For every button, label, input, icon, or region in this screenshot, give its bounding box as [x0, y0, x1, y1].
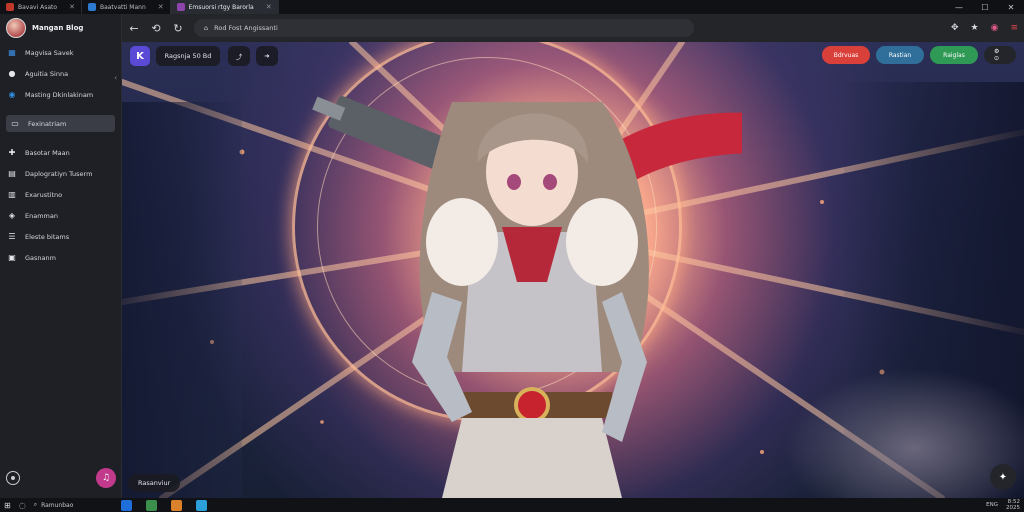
- sidebar-item-label: Aguitia Sinna: [25, 69, 69, 78]
- widgets-icon[interactable]: ◌: [19, 501, 26, 510]
- sidebar-item-3[interactable]: ▭ Fexinatriam: [6, 115, 115, 132]
- sidebar-item-2[interactable]: ◉ Masting Dkinlakinam: [0, 84, 121, 105]
- chip-red[interactable]: Bdrvuas: [822, 46, 870, 64]
- chip-options[interactable]: ⚙ ⊙: [984, 46, 1016, 64]
- home-icon: ⌂: [204, 24, 209, 32]
- close-window-button[interactable]: ✕: [998, 0, 1024, 14]
- sparkle-fab-icon[interactable]: ✦: [990, 464, 1016, 490]
- sync-icon[interactable]: ◉: [991, 23, 999, 33]
- sidebar-item-9[interactable]: ▣ Gasnanm: [0, 247, 121, 268]
- sidebar-item-label: Magvisa Savek: [25, 48, 74, 57]
- clock[interactable]: 8:52 2025: [1006, 499, 1020, 511]
- grid-icon: ▦: [8, 48, 16, 57]
- sidebar-item-5[interactable]: ▤ Daplogratiyn Tuserm: [0, 163, 121, 184]
- url-field[interactable]: ⌂ Rod Fost Angissanti: [194, 19, 694, 37]
- sidebar-title: Mangan Blog: [32, 24, 84, 32]
- store-app-icon[interactable]: [146, 499, 158, 511]
- maximize-button[interactable]: ☐: [972, 0, 998, 14]
- sidebar-item-label: Fexinatriam: [28, 119, 67, 128]
- system-tray: ENG 8:52 2025: [986, 499, 1020, 511]
- sidebar-item-7[interactable]: ◈ Enamman: [0, 205, 121, 226]
- browser-tab-0[interactable]: Bavavi Asato ✕: [0, 0, 82, 14]
- url-text: Rod Fost Angissanti: [214, 24, 278, 32]
- chart-icon: ▤: [8, 169, 16, 178]
- browser-tab-2[interactable]: Emsuorsi rtgy Barorla ✕: [170, 0, 279, 14]
- folder-icon: ▭: [11, 119, 19, 128]
- search-label: Ramunbao: [41, 501, 74, 509]
- photos-app-icon[interactable]: [171, 499, 183, 511]
- list-icon: ☰: [8, 232, 16, 241]
- image-icon: ◈: [8, 211, 16, 220]
- chip-green[interactable]: Raiglas: [930, 46, 978, 64]
- settings-ring-icon[interactable]: [6, 471, 20, 485]
- book-icon: ▥: [8, 190, 16, 199]
- warrior-character-illustration: [312, 96, 742, 498]
- sidebar-item-label: Basotar Maan: [25, 148, 70, 157]
- files-app-icon[interactable]: [121, 499, 133, 511]
- share-button[interactable]: ⤴: [228, 46, 250, 66]
- page-pill[interactable]: Ragsnja 50 Bd: [156, 46, 220, 66]
- city-skyline-left: [122, 102, 242, 498]
- music-icon[interactable]: ♫: [96, 468, 116, 488]
- sidebar-item-4[interactable]: ✚ Basotar Maan: [0, 142, 121, 163]
- back-icon[interactable]: ←: [128, 22, 140, 35]
- start-icon[interactable]: ⊞: [4, 501, 11, 510]
- desktop: Bavavi Asato ✕ Baatvatti Mann ✕ Emsuorsi…: [0, 0, 1024, 512]
- language-indicator[interactable]: ENG: [986, 502, 998, 508]
- window-controls: — ☐ ✕: [946, 0, 1024, 14]
- arrow-icon: ➜: [264, 52, 270, 60]
- hero-artwork: K Ragsnja 50 Bd ⤴ ➜ Bdrvuas Rastian Raig…: [122, 42, 1024, 498]
- puzzle-icon: ✚: [8, 148, 16, 157]
- taskbar-apps: [121, 499, 208, 511]
- mail-app-icon[interactable]: [196, 499, 208, 511]
- taskbar-search[interactable]: ⌕ Ramunbao: [34, 501, 74, 509]
- sidebar: Mangan Blog ‹ ▦ Magvisa Savek ● Aguitia …: [0, 14, 122, 498]
- close-tab-icon[interactable]: ✕: [266, 3, 272, 11]
- star-icon[interactable]: ★: [971, 23, 979, 33]
- calendar-icon: ▣: [8, 253, 16, 262]
- browser-tab-1[interactable]: Baatvatti Mann ✕: [82, 0, 171, 14]
- circle-icon: ●: [8, 69, 16, 78]
- tab-strip: Bavavi Asato ✕ Baatvatti Mann ✕ Emsuorsi…: [0, 0, 1024, 14]
- tab-label: Emsuorsi rtgy Barorla: [188, 3, 254, 11]
- sidebar-item-0[interactable]: ▦ Magvisa Savek: [0, 42, 121, 63]
- sidebar-item-label: Enamman: [25, 211, 58, 220]
- sidebar-footer: ♫: [0, 458, 122, 498]
- close-tab-icon[interactable]: ✕: [158, 3, 164, 11]
- address-bar: ← ⟲ ↻ ⌂ Rod Fost Angissanti ✥ ★ ◉ ≡: [122, 14, 1024, 42]
- sidebar-item-label: Gasnanm: [25, 253, 56, 262]
- sidebar-header[interactable]: Mangan Blog: [0, 14, 121, 42]
- tab-favicon-icon: [87, 3, 96, 11]
- globe-icon: ◉: [8, 90, 16, 99]
- sidebar-item-label: Eleste bitams: [25, 232, 70, 241]
- bottom-label-button[interactable]: Rasanviur: [128, 474, 181, 492]
- forward-icon[interactable]: ⟲: [150, 22, 162, 35]
- sidebar-item-label: Masting Dkinlakinam: [25, 90, 94, 99]
- close-tab-icon[interactable]: ✕: [69, 3, 75, 11]
- sidebar-item-label: Exarustitno: [25, 190, 63, 199]
- share-icon: ⤴: [235, 53, 243, 61]
- minimize-button[interactable]: —: [946, 0, 972, 14]
- sidebar-item-label: Daplogratiyn Tuserm: [25, 169, 93, 178]
- clock-date: 2025: [1006, 505, 1020, 511]
- forward-button[interactable]: ➜: [256, 46, 278, 66]
- search-icon: ⌕: [33, 501, 38, 508]
- sidebar-item-1[interactable]: ● Aguitia Sinna: [0, 63, 121, 84]
- reload-icon[interactable]: ↻: [172, 22, 184, 35]
- tab-label: Bavavi Asato: [18, 3, 58, 11]
- taskbar: ⊞ ◌ ⌕ Ramunbao ENG 8:52 2025: [0, 498, 1024, 512]
- tab-label: Baatvatti Mann: [99, 3, 146, 11]
- menu-icon[interactable]: ≡: [1010, 23, 1018, 33]
- app-logo-button[interactable]: K: [130, 46, 150, 66]
- collapse-sidebar-icon[interactable]: ‹: [114, 74, 117, 82]
- chip-blue[interactable]: Rastian: [876, 46, 924, 64]
- sidebar-item-8[interactable]: ☰ Eleste bitams: [0, 226, 121, 247]
- tab-favicon-icon: [176, 3, 185, 11]
- puzzle-icon[interactable]: ✥: [951, 23, 959, 33]
- sidebar-item-6[interactable]: ▥ Exarustitno: [0, 184, 121, 205]
- browser-actions: ✥ ★ ◉ ≡: [951, 23, 1018, 33]
- avatar[interactable]: [6, 18, 26, 38]
- tab-favicon-icon: [6, 3, 14, 11]
